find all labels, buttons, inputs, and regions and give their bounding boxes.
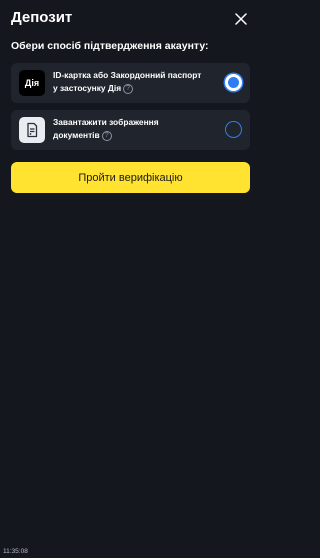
option-label-line2: у застосунку Дія [53,83,122,93]
option-label-line1: ID-картка або Закордонний паспорт [53,70,202,80]
help-icon[interactable]: ? [101,130,112,141]
page-title: Депозит [11,9,73,26]
diia-logo-icon: Дія [19,70,45,96]
help-icon[interactable]: ? [123,83,134,94]
instruction-text: Обери спосіб підтвердження акаунту: [11,40,209,52]
close-icon[interactable] [235,12,247,25]
verify-button[interactable]: Пройти верифікацію [11,162,250,193]
option-upload-documents[interactable]: Завантажити зображення документів? [11,110,250,150]
option-label-line1: Завантажити зображення [53,117,159,127]
option-diia[interactable]: Дія ID-картка або Закордонний паспорт у … [11,63,250,103]
header: Депозит [11,8,250,30]
radio-selected[interactable] [225,74,242,91]
option-label-line2: документів [53,130,100,140]
option-label: ID-картка або Закордонний паспорт у заст… [53,69,214,95]
option-label: Завантажити зображення документів? [53,116,214,142]
radio-unselected[interactable] [225,121,242,138]
document-icon [19,117,45,143]
status-time: 11:35:08 [3,548,28,555]
